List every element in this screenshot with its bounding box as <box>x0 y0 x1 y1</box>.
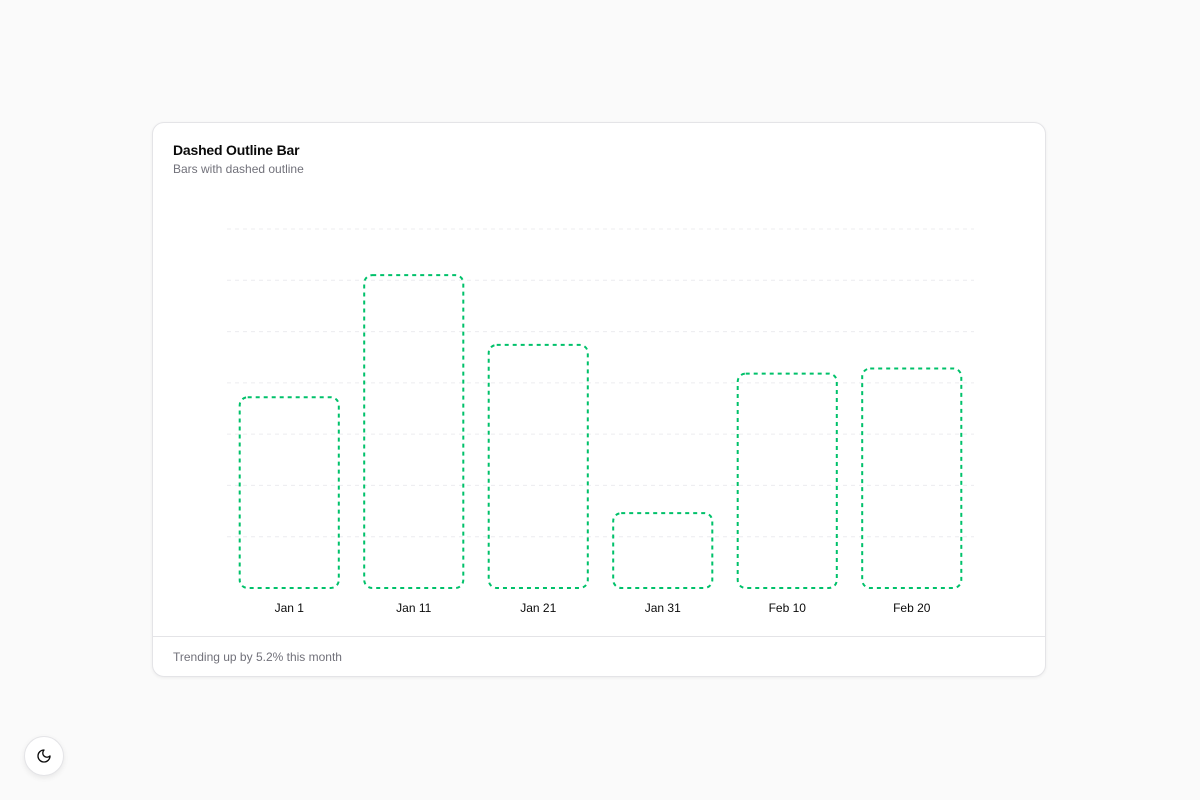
bar-jan-1[interactable] <box>238 396 340 589</box>
bar-jan-21[interactable] <box>487 343 589 589</box>
bar-feb-10[interactable] <box>736 372 838 589</box>
chart-card: Dashed Outline Bar Bars with dashed outl… <box>152 122 1046 677</box>
x-tick-label: Jan 21 <box>520 601 556 615</box>
x-tick-label: Feb 20 <box>893 601 931 615</box>
card-footer: Trending up by 5.2% this month <box>153 636 1045 677</box>
x-tick-label: Jan 31 <box>645 601 681 615</box>
bars <box>238 274 963 590</box>
bar-feb-20[interactable] <box>861 367 963 589</box>
trend-text: Trending up by 5.2% this month <box>173 650 342 664</box>
bar-chart: Jan 1 Jan 11 Jan 21 Jan 31 Feb 10 Feb 20 <box>227 228 974 615</box>
x-axis-labels: Jan 1 Jan 11 Jan 21 Jan 31 Feb 10 Feb 20 <box>275 601 931 615</box>
x-tick-label: Jan 11 <box>396 601 431 615</box>
moon-icon <box>37 749 51 763</box>
theme-toggle-button[interactable] <box>24 736 64 776</box>
x-tick-label: Jan 1 <box>275 601 305 615</box>
x-tick-label: Feb 10 <box>769 601 807 615</box>
bar-jan-31[interactable] <box>612 512 714 590</box>
bar-jan-11[interactable] <box>363 274 465 590</box>
